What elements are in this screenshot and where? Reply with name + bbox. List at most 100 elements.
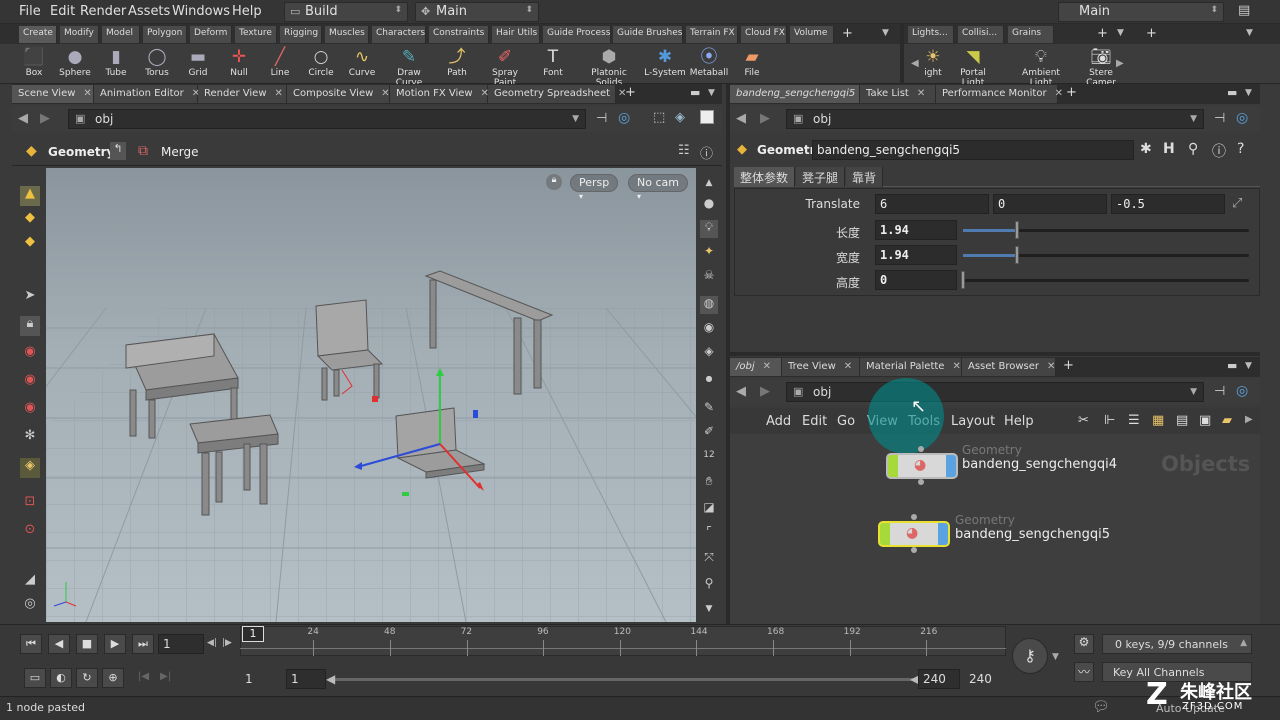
portal-light-tool[interactable]: ◥ Portal Light — [948, 46, 998, 88]
keys-channels-button[interactable]: 0 keys, 9/9 channels ▲ — [1102, 634, 1252, 654]
param-slider-0[interactable] — [963, 221, 1249, 239]
close-tab-icon[interactable]: ✕ — [1047, 361, 1055, 372]
tab-geometry-spreadsheet[interactable]: Geometry Spreadsheet ✕ — [488, 85, 626, 103]
menu-file[interactable]: File — [19, 4, 41, 19]
pointer-tool-icon[interactable]: ➤ — [20, 288, 40, 308]
brush-icon[interactable]: ✐ — [700, 424, 718, 442]
param-tab-overall[interactable]: 整体参数 — [734, 167, 796, 187]
param-value-field-0[interactable]: 1.94 — [875, 220, 957, 240]
tool-path[interactable]: ⤴ Path — [434, 46, 480, 78]
shelf-tab-modify[interactable]: Modify — [60, 26, 99, 43]
network-menu-layout[interactable]: Layout — [951, 414, 995, 429]
chat-icon[interactable]: 💬︎ — [1092, 699, 1110, 715]
link-icon-rt[interactable]: ◎ — [1236, 110, 1248, 126]
pane-menu-icon-rb[interactable]: ▼ — [1245, 361, 1252, 371]
path-dropdown-icon[interactable]: ▼ — [572, 114, 579, 124]
lock-camera-icon[interactable]: 🔒︎ — [546, 174, 562, 190]
tool-null[interactable]: ✛ Null — [216, 46, 262, 78]
shelf-tab-right-2[interactable]: Grains — [1008, 26, 1054, 43]
param-slider-2[interactable] — [961, 271, 1249, 289]
rotate-tool-icon[interactable]: ◉ — [20, 372, 40, 392]
tool-circle[interactable]: ○ Circle — [298, 46, 344, 78]
headlight-icon[interactable]: ✦ — [700, 244, 718, 262]
tool-grid[interactable]: ▬ Grid — [175, 46, 221, 78]
realtime-toggle-button[interactable]: ▭ — [24, 668, 46, 688]
shelf-tab-muscles[interactable]: Muscles — [325, 26, 369, 43]
network-menu-go[interactable]: Go — [837, 414, 855, 429]
play-button[interactable]: ▶ — [104, 634, 126, 654]
add-pane-tab-icon-rt[interactable]: + — [1066, 85, 1077, 100]
ghost-icon[interactable]: ◍ — [700, 296, 718, 314]
paint-tool-icon[interactable]: ◆ — [20, 234, 40, 254]
shelf-tab-model[interactable]: Model — [102, 26, 140, 43]
add-pane-tab-icon-rb[interactable]: + — [1063, 358, 1074, 373]
key-icon[interactable]: ⚷ — [1012, 638, 1048, 674]
pane-splitter-horizontal[interactable] — [730, 352, 1260, 356]
menu-help[interactable]: Help — [232, 4, 262, 19]
scene-viewport[interactable]: 🔒︎ — [46, 168, 696, 622]
tool-l-system[interactable]: ✱ L-System — [642, 46, 688, 78]
search-icon[interactable]: ⚲ — [1188, 141, 1198, 157]
shelf-tab-polygon[interactable]: Polygon — [143, 26, 187, 43]
curve-editor-icon[interactable]: 〰 — [1074, 662, 1094, 682]
more-icon[interactable]: ▶ — [1245, 414, 1253, 425]
prev-key-icon[interactable]: |◀ — [138, 671, 149, 682]
network-path-field[interactable]: obj ▣ ▼ — [786, 382, 1204, 402]
geometry-node-2[interactable]: ◕ — [878, 521, 950, 547]
shelf-tab-cloud-fx[interactable]: Cloud FX — [741, 26, 787, 43]
shelf-tab-terrain-fx[interactable]: Terrain FX — [686, 26, 738, 43]
menu-render[interactable]: Render — [80, 4, 126, 19]
frame-marker[interactable]: 1 — [242, 626, 264, 642]
path-dropdown-icon[interactable]: ▼ — [1190, 387, 1197, 397]
light-icon[interactable]: 💡︎ — [700, 220, 718, 238]
tab-composite-view[interactable]: Composite View ✕ — [287, 85, 390, 103]
shelf-tab-deform[interactable]: Deform — [190, 26, 232, 43]
next-key-icon[interactable]: ▶| — [160, 671, 171, 682]
ambient-light-tool[interactable]: 💡︎ Ambient Light — [1010, 46, 1072, 88]
info-icon[interactable]: ⓘ — [1212, 141, 1226, 161]
tool-font[interactable]: T Font — [530, 46, 576, 78]
link-icon-rb[interactable]: ◎ — [1236, 383, 1248, 399]
menu-windows[interactable]: Windows — [172, 4, 230, 19]
node-display-flag[interactable] — [880, 523, 890, 545]
tool-spray-paint[interactable]: ✐ Spray Paint — [482, 46, 528, 88]
grid-view-icon[interactable]: ▦ — [1152, 413, 1164, 428]
pose-tool-icon[interactable]: ✻ — [20, 428, 40, 448]
window-layout-icon[interactable]: ▤ — [1238, 3, 1250, 18]
node-input-dot[interactable] — [918, 446, 924, 452]
tool-sphere[interactable]: ● Sphere — [52, 46, 98, 78]
view-tool-icon[interactable]: ⊡ — [20, 494, 40, 514]
wire-icon[interactable]: ◉ — [700, 320, 718, 338]
pin-icon-rb[interactable]: ⊣ — [1214, 384, 1225, 399]
pane-maximize-icon[interactable]: ▬ — [690, 86, 700, 99]
pen-icon[interactable]: ✎ — [700, 400, 718, 418]
back-arrow-icon-rb[interactable]: ◀ — [736, 384, 746, 399]
add-shelf-icon[interactable]: + — [842, 26, 853, 41]
tab-right-top-0[interactable]: bandeng_sengchengqi5✕ — [730, 85, 872, 103]
pane-maximize-icon-rb[interactable]: ▬ — [1227, 359, 1237, 372]
shelf-tab-volume[interactable]: Volume — [790, 26, 834, 43]
range-end-field-2[interactable]: 240 — [964, 669, 1006, 689]
translate-handle-icon[interactable]: ⤢ — [1232, 196, 1242, 211]
shelf-tab-create[interactable]: Create — [19, 26, 57, 43]
tool-line[interactable]: ╱ Line — [257, 46, 303, 78]
shelf-tab-constraints[interactable]: Constraints — [429, 26, 489, 43]
node-input-dot[interactable] — [911, 514, 917, 520]
shelf-menu-icon-right-b[interactable]: ▼ — [1246, 28, 1253, 38]
tab-right-top-1[interactable]: Take List ✕ — [860, 85, 936, 103]
translate-x-field[interactable]: 6 — [875, 194, 989, 214]
network-menu-edit[interactable]: Edit — [802, 414, 827, 429]
range-start-field-2[interactable]: 1 — [286, 669, 326, 689]
geometry-node-1[interactable]: ◕ — [886, 453, 958, 479]
path-dropdown-icon[interactable]: ▼ — [1190, 114, 1197, 124]
shelf-tab-right-0[interactable]: Lights... — [908, 26, 954, 43]
current-frame-field[interactable]: 1 — [158, 634, 204, 654]
camera-button[interactable]: No cam ▾ — [628, 174, 688, 201]
pane-maximize-icon-rt[interactable]: ▬ — [1227, 86, 1237, 99]
param-tab-back[interactable]: 靠背 — [846, 167, 884, 187]
shelf-tab-rigging[interactable]: Rigging — [280, 26, 322, 43]
dot-icon[interactable]: ● — [700, 374, 718, 392]
tool-metaball[interactable]: ⦿ Metaball — [686, 46, 732, 78]
skull-icon[interactable]: ☠ — [700, 268, 718, 286]
stereo-camera-tool[interactable]: 📷︎ Stere Camer — [1076, 46, 1126, 88]
